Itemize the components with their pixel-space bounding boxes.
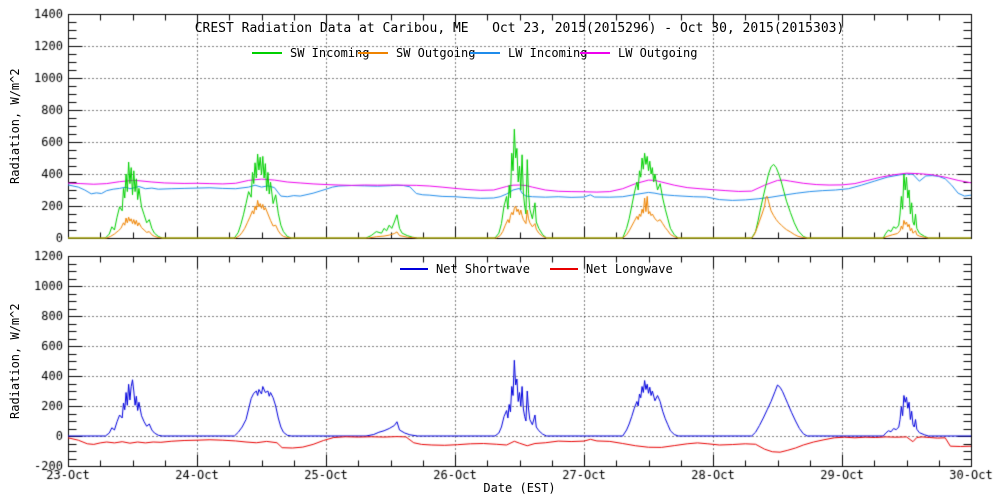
legend-label: Net Shortwave <box>436 261 530 276</box>
lw-outgoing-line-swatch <box>580 51 610 54</box>
legend-item-lw-incoming: LW Incoming <box>470 45 588 60</box>
lw-incoming-line-swatch <box>470 51 500 54</box>
legend-item-sw-outgoing: SW Outgoing <box>358 45 476 60</box>
sw-incoming-line-swatch <box>252 51 282 54</box>
legend-label: SW Outgoing <box>396 45 476 60</box>
legend-label: LW Outgoing <box>618 45 698 60</box>
legend-item-lw-outgoing: LW Outgoing <box>580 45 698 60</box>
top-y-axis-label: Radiation, W/m^2 <box>8 68 22 184</box>
legend-label: Net Longwave <box>586 261 673 276</box>
chart-title: CREST Radiation Data at Caribou, ME Oct … <box>194 21 845 36</box>
legend-item-net-longwave: Net Longwave <box>550 261 673 276</box>
radiation-figure: CREST Radiation Data at Caribou, ME Oct … <box>0 0 1000 500</box>
sw-outgoing-line-swatch <box>358 51 388 54</box>
net-longwave-line-swatch <box>550 267 578 270</box>
legend-label: LW Incoming <box>508 45 588 60</box>
net-shortwave-line-swatch <box>400 267 428 270</box>
x-axis-label: Date (EST) <box>483 481 556 495</box>
bottom-y-axis-label: Radiation, W/m^2 <box>8 303 22 419</box>
radiation-chart-canvas <box>0 0 1000 500</box>
legend-item-net-shortwave: Net Shortwave <box>400 261 530 276</box>
legend-item-sw-incoming: SW Incoming <box>252 46 369 60</box>
